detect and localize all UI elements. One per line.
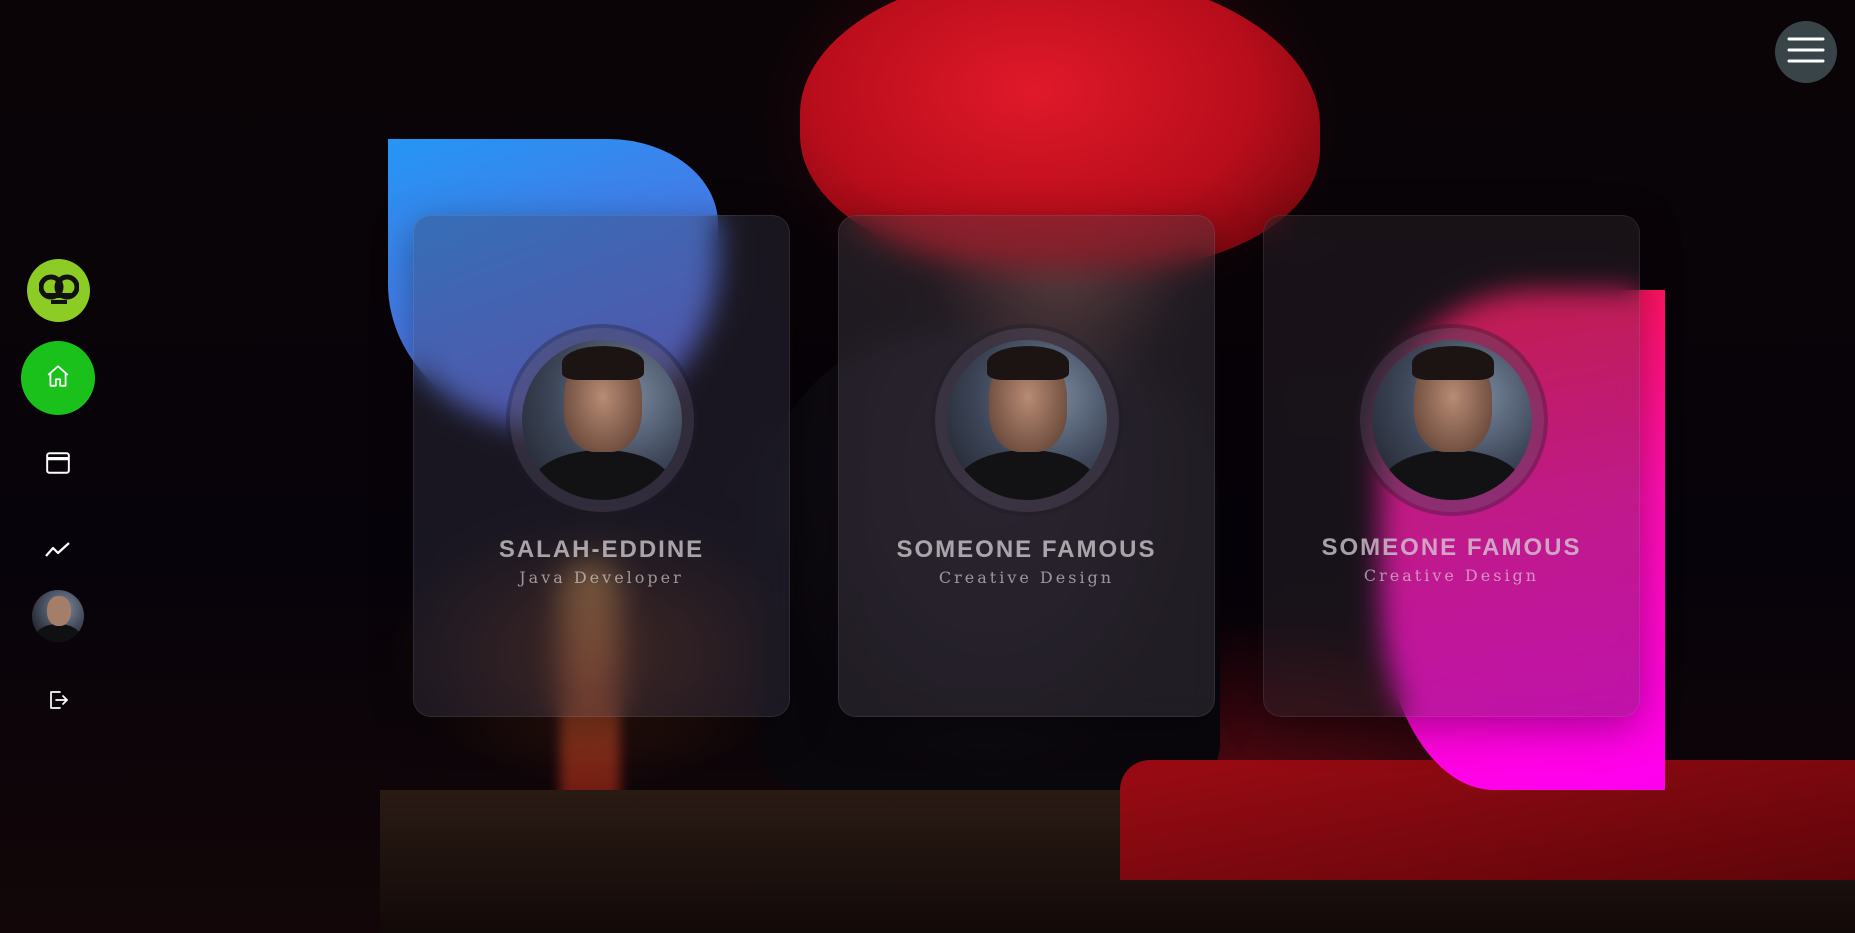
profile-avatar <box>934 328 1119 512</box>
profile-card[interactable]: SOMEONE FAMOUS Creative Design <box>838 215 1215 717</box>
sidebar-item-logout[interactable] <box>21 665 95 739</box>
home-icon <box>45 363 71 394</box>
sidebar <box>0 0 120 933</box>
profile-name: SOMEONE FAMOUS <box>1321 534 1582 561</box>
profile-role: Creative Design <box>1363 566 1540 585</box>
hamburger-menu-button[interactable] <box>1775 21 1837 83</box>
profile-card[interactable]: SOMEONE FAMOUS Creative Design <box>1263 215 1640 717</box>
profile-role: Creative Design <box>938 568 1115 587</box>
profile-avatar <box>509 328 694 512</box>
profile-name: SOMEONE FAMOUS <box>896 536 1157 563</box>
sidebar-item-analytics[interactable] <box>21 515 95 589</box>
logout-icon <box>46 688 70 717</box>
profile-name: SALAH-EDDINE <box>498 536 705 563</box>
window-icon <box>45 451 71 480</box>
user-avatar[interactable] <box>32 590 84 642</box>
hamburger-menu-icon <box>1787 36 1825 69</box>
sidebar-item-window[interactable] <box>21 428 95 502</box>
profile-card[interactable]: SALAH-EDDINE Java Developer <box>413 215 790 717</box>
chart-icon <box>45 541 71 564</box>
logo-icon[interactable] <box>27 259 90 322</box>
profile-role: Java Developer <box>519 568 684 587</box>
profile-avatar <box>1359 328 1544 512</box>
sidebar-item-home[interactable] <box>21 341 95 415</box>
